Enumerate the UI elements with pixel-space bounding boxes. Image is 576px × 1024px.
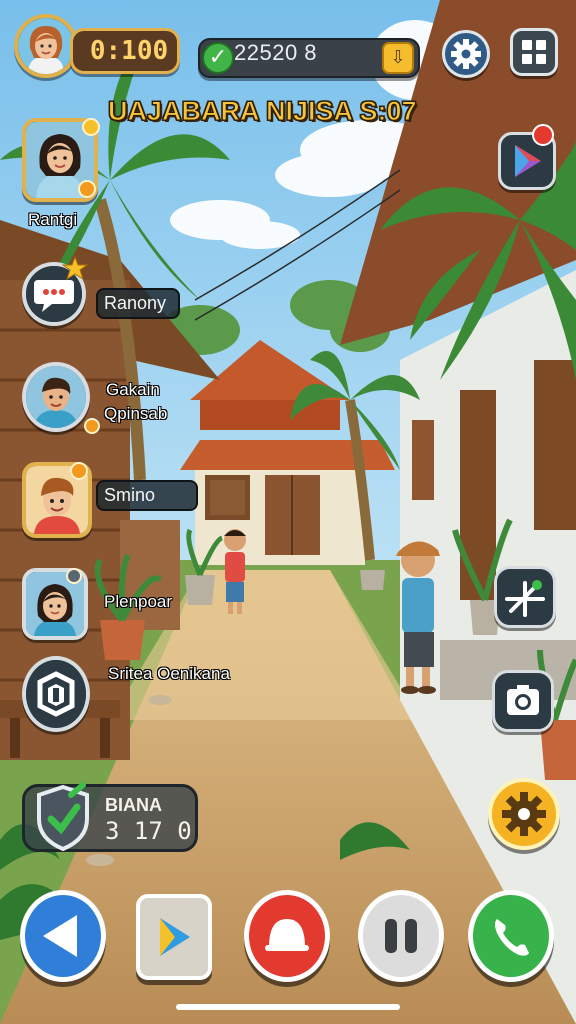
back-button[interactable] (20, 890, 106, 982)
home-indicator[interactable] (176, 1004, 400, 1010)
back-arrow-icon (43, 915, 77, 957)
portrait-man-icon (26, 366, 86, 428)
notification-badge-icon (78, 180, 96, 198)
character-button-2[interactable] (22, 362, 90, 432)
chat-label: Ranony (96, 288, 181, 319)
coin-value: 22520 8 (234, 40, 318, 65)
shield-check-icon (37, 782, 89, 852)
gear-icon (451, 39, 481, 69)
shield-emblem-icon (26, 660, 86, 728)
character-label-2-line2: Qpinsab (104, 404, 168, 423)
player-avatar[interactable] (14, 14, 78, 78)
status-badge-icon (66, 568, 82, 584)
camera-button[interactable] (492, 670, 554, 732)
player-portrait-icon (18, 18, 74, 74)
game-title: UAJABARA NIJISA S:07 (108, 96, 418, 127)
alert-badge-icon (532, 124, 554, 146)
emblem-button[interactable] (22, 656, 90, 732)
download-arrow-icon[interactable]: ⇩ (382, 42, 414, 74)
stat-value: 3 17 0 (105, 817, 192, 845)
character-label-1: Rantgi (28, 210, 78, 229)
settings-gear-button[interactable] (488, 778, 560, 850)
grid-icon (522, 40, 546, 64)
stat-label: BIANA (105, 795, 162, 815)
coin-counter: ✓ 22520 8 ⇩ (198, 38, 420, 78)
character-label-4: Plenpoar (104, 592, 173, 611)
notification-badge-icon (84, 418, 100, 434)
emblem-label: Sritea Oenikana (108, 664, 230, 683)
character-label-2-line1: Gakain (106, 380, 160, 399)
timer-display: 0:100 (70, 28, 180, 74)
gear-icon (502, 792, 546, 836)
map-button[interactable] (494, 566, 556, 628)
settings-button[interactable] (442, 30, 490, 78)
call-button[interactable] (468, 890, 554, 982)
bell-icon (265, 919, 309, 951)
notification-badge-icon (70, 462, 88, 480)
menu-button[interactable] (510, 28, 558, 76)
pause-icon (385, 919, 417, 953)
map-icon (505, 580, 545, 617)
play-icon (160, 918, 190, 956)
pause-button[interactable] (358, 890, 444, 982)
star-icon (62, 256, 88, 281)
star-badge-icon (82, 118, 100, 136)
check-icon: ✓ (202, 42, 234, 74)
camera-icon (507, 685, 539, 715)
play-button[interactable] (136, 894, 212, 980)
phone-icon (495, 919, 529, 956)
alert-button[interactable] (244, 890, 330, 982)
character-label-3: Smino (96, 480, 198, 511)
stat-panel[interactable]: BIANA 3 17 0 (22, 782, 198, 852)
